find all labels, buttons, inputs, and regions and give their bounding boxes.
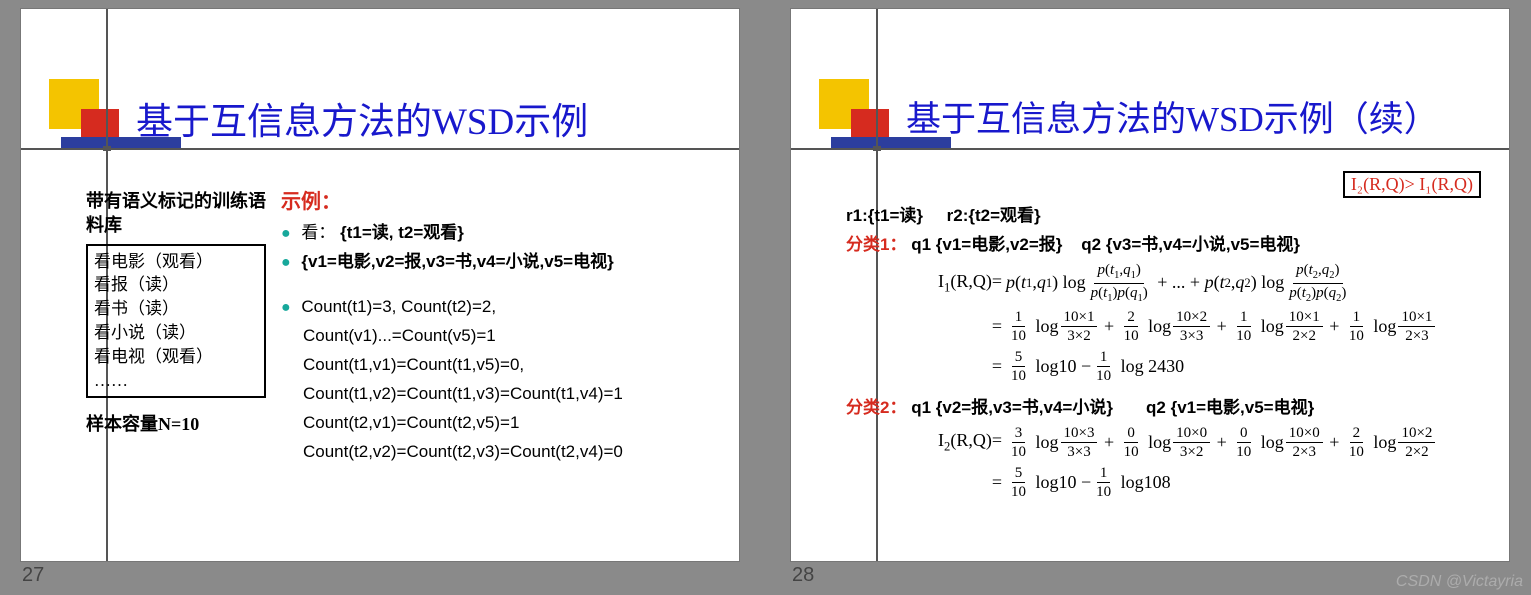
slide-body: 带有语义标记的训练语料库 看电影（观看） 看报（读） 看书（读） 看小说（读） …	[86, 189, 709, 466]
corpus-line: 看报（读）	[94, 273, 258, 297]
corpus-label: 带有语义标记的训练语料库	[86, 189, 266, 238]
slide-27: 基于互信息方法的WSD示例 带有语义标记的训练语料库 看电影（观看） 看报（读）…	[20, 8, 740, 562]
decoration	[821, 79, 891, 169]
slide-27-wrap: 基于互信息方法的WSD示例 带有语义标记的训练语料库 看电影（观看） 看报（读）…	[20, 8, 740, 587]
count-row: Count(v1)...=Count(v5)=1	[281, 325, 709, 348]
h-divider	[21, 148, 739, 150]
corpus-line: 看书（读）	[94, 297, 258, 321]
count-row: Count(t2,v1)=Count(t2,v5)=1	[281, 412, 709, 435]
corpus-box: 看电影（观看） 看报（读） 看书（读） 看小说（读） 看电视（观看） ……	[86, 244, 266, 399]
page-number: 27	[22, 564, 740, 587]
bullet-row: ● {v1=电影,v2=报,v3=书,v4=小说,v5=电视}	[281, 251, 709, 274]
right-column: 示例： ● 看： {t1=读, t2=观看} ● {v1=电影,v2=报,v3=…	[281, 189, 709, 464]
slide-28: 基于互信息方法的WSD示例（续） I₂(R,Q)> I₁(R,Q) r1:{t1…	[790, 8, 1510, 562]
count-row: Count(t2,v2)=Count(t2,v3)=Count(t2,v4)=0	[281, 441, 709, 464]
corpus-line: 看电影（观看）	[94, 250, 258, 274]
example-heading: 示例：	[281, 189, 709, 216]
class1-row: 分类1： q1 {v1=电影,v2=报} q2 {v3=书,v4=小说,v5=电…	[846, 230, 1489, 255]
left-column: 带有语义标记的训练语料库 看电影（观看） 看报（读） 看书（读） 看小说（读） …	[86, 189, 266, 437]
count-row: Count(t1,v1)=Count(t1,v5)=0,	[281, 354, 709, 377]
class1-label: 分类1：	[846, 235, 906, 254]
bullet-row: ● 看： {t1=读, t2=观看}	[281, 222, 709, 245]
count-text: Count(t1)=3, Count(t2)=2,	[301, 297, 496, 316]
bullet-icon: ●	[281, 299, 291, 316]
bullet-icon: ●	[281, 254, 291, 271]
bullet-icon: ●	[281, 225, 291, 242]
count-row: Count(t1,v2)=Count(t1,v3)=Count(t1,v4)=1	[281, 383, 709, 406]
slide-body: r1:{t1=读} r2:{t2=观看} 分类1： q1 {v1=电影,v2=报…	[846, 197, 1489, 507]
equation-1: I1(R,Q)= p(t1,q1) log p(t1,q1)p(t1)p(q1)…	[926, 261, 1489, 385]
class2-body: q1 {v2=报,v3=书,v4=小说} q2 {v1=电影,v5=电视}	[911, 398, 1314, 417]
result-box: I₂(R,Q)> I₁(R,Q)	[1343, 171, 1481, 198]
slide-title: 基于互信息方法的WSD示例	[136, 91, 729, 145]
corpus-line: 看小说（读）	[94, 321, 258, 345]
slide-28-wrap: 基于互信息方法的WSD示例（续） I₂(R,Q)> I₁(R,Q) r1:{t1…	[790, 8, 1510, 587]
sample-size: 样本容量N=10	[86, 412, 266, 436]
bullet-prefix: 看：	[301, 223, 335, 242]
eq1-lhs: I1(R,Q)=	[926, 271, 1006, 296]
decoration	[51, 79, 121, 169]
class2-label: 分类2：	[846, 398, 906, 417]
watermark: CSDN @Victayria	[1396, 573, 1523, 591]
corpus-line: ……	[94, 369, 258, 393]
corpus-line: 看电视（观看）	[94, 345, 258, 369]
bullet-text: {t1=读, t2=观看}	[340, 223, 464, 242]
bullet-text: {v1=电影,v2=报,v3=书,v4=小说,v5=电视}	[301, 252, 613, 271]
r-definitions: r1:{t1=读} r2:{t2=观看}	[846, 201, 1489, 226]
equation-2: I2(R,Q)=310 log10×33×3 + 010 log10×03×2 …	[926, 424, 1489, 501]
count-row: ● Count(t1)=3, Count(t2)=2,	[281, 296, 709, 319]
class1-body: q1 {v1=电影,v2=报} q2 {v3=书,v4=小说,v5=电视}	[911, 235, 1300, 254]
class2-row: 分类2： q1 {v2=报,v3=书,v4=小说} q2 {v1=电影,v5=电…	[846, 393, 1489, 418]
h-divider	[791, 148, 1509, 150]
slide-title: 基于互信息方法的WSD示例（续）	[906, 91, 1499, 142]
